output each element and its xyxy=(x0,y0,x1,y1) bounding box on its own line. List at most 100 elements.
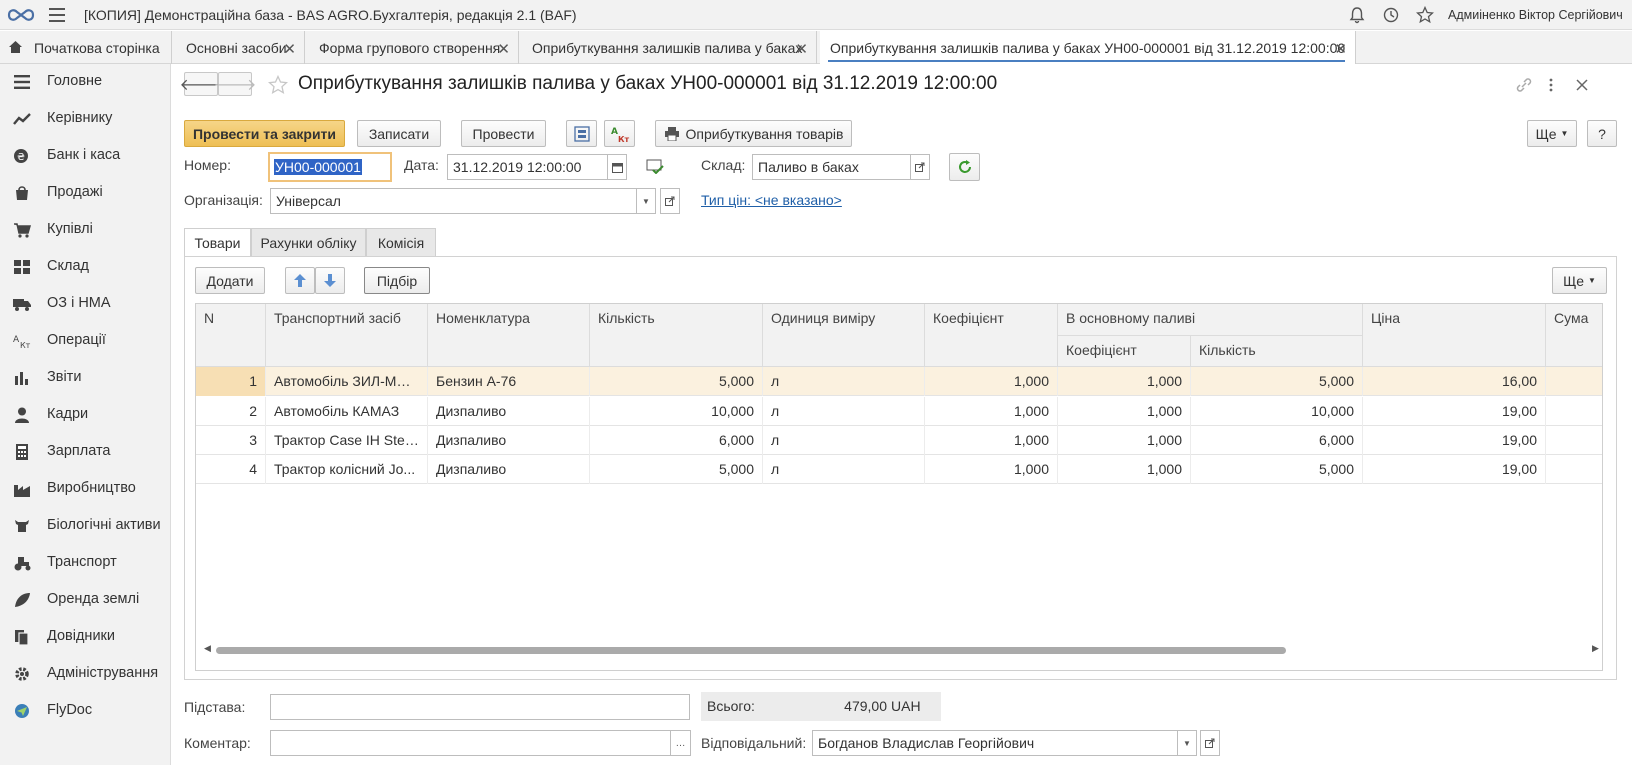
column-header-quantity[interactable]: Кількість xyxy=(590,304,763,367)
add-row-button[interactable]: Додати xyxy=(195,267,265,294)
close-icon[interactable]: ✕ xyxy=(1334,40,1347,58)
sidebar-item-fixed-assets[interactable]: ОЗ і НМА xyxy=(0,286,171,322)
more-vert-icon[interactable] xyxy=(1546,77,1556,93)
column-header-item[interactable]: Номенклатура xyxy=(428,304,590,367)
sidebar-item-hr[interactable]: Кадри xyxy=(0,397,171,433)
calendar-button[interactable] xyxy=(607,154,627,180)
sidebar-item-manager[interactable]: Керівнику xyxy=(0,101,171,137)
arrow-down-icon xyxy=(324,274,336,287)
column-header-n[interactable]: N xyxy=(196,304,266,367)
structure-button[interactable] xyxy=(566,120,597,147)
sidebar-item-warehouse[interactable]: Склад xyxy=(0,249,171,285)
close-icon[interactable]: ✕ xyxy=(795,40,808,58)
sidebar-item-land-lease[interactable]: Оренда землі xyxy=(0,582,171,618)
favorite-star-icon[interactable] xyxy=(268,75,288,95)
books-icon xyxy=(15,630,29,645)
cell-unit: л xyxy=(763,367,925,396)
column-header-base-fuel[interactable]: В основному паливі xyxy=(1058,304,1363,336)
price-type-link[interactable]: Тип цін: <не вказано> xyxy=(701,192,842,208)
column-header-sum[interactable]: Сума xyxy=(1546,304,1602,367)
date-check-icon[interactable] xyxy=(646,158,664,174)
tab-accounts[interactable]: Рахунки обліку xyxy=(251,228,366,257)
more-actions-button[interactable]: Ще ▼ xyxy=(1527,120,1577,147)
link-icon[interactable] xyxy=(1515,77,1533,93)
responsible-field[interactable]: Богданов Владислав Георгійович xyxy=(812,730,1178,756)
sidebar-item-sales[interactable]: Продажі xyxy=(0,175,171,211)
scroll-left-icon[interactable]: ◀ xyxy=(204,643,211,654)
column-header-base-coefficient[interactable]: Коефіцієнт xyxy=(1058,336,1191,367)
horizontal-scrollbar[interactable] xyxy=(216,647,1286,654)
sidebar-item-admin[interactable]: Адміністрування xyxy=(0,656,171,692)
basis-field[interactable] xyxy=(270,694,690,720)
tab-label: Оприбуткування залишків палива у баках xyxy=(532,39,803,56)
pick-button[interactable]: Підбір xyxy=(364,267,430,294)
tab-fixed-assets[interactable]: Основні засоби ✕ xyxy=(176,31,305,64)
table-row[interactable]: 1 Автомобіль ЗИЛ-ММ... Бензин А-76 5,000… xyxy=(196,367,1602,396)
total-box: Всього: 479,00 UAH xyxy=(701,692,941,721)
move-down-button[interactable] xyxy=(315,267,345,294)
table-more-button[interactable]: Ще ▼ xyxy=(1552,267,1607,294)
goods-table[interactable]: N Транспортний засіб Номенклатура Кількі… xyxy=(195,303,1603,671)
tab-home[interactable]: Початкова сторінка xyxy=(0,31,172,64)
journal-entries-button[interactable]: A Кт xyxy=(604,120,635,147)
sidebar-item-main[interactable]: Головне xyxy=(0,64,171,100)
current-user[interactable]: Адмиіненко Віктор Сергійович xyxy=(1448,8,1623,22)
cell-coefficient: 1,000 xyxy=(925,397,1058,426)
table-row[interactable]: 4 Трактор колісний Jo... Дизпаливо 5,000… xyxy=(196,455,1602,484)
column-header-vehicle[interactable]: Транспортний засіб xyxy=(266,304,428,367)
tab-goods[interactable]: Товари xyxy=(184,228,251,257)
column-header-unit[interactable]: Одиниця виміру xyxy=(763,304,925,367)
star-icon[interactable] xyxy=(1416,6,1434,24)
date-field[interactable]: 31.12.2019 12:00:00 xyxy=(447,154,608,180)
history-icon[interactable] xyxy=(1382,6,1400,24)
post-and-close-button[interactable]: Провести та закрити xyxy=(184,120,345,147)
sidebar-item-transport[interactable]: Транспорт xyxy=(0,545,171,581)
comment-field[interactable] xyxy=(270,730,671,756)
print-goods-receipt-button[interactable]: Оприбуткування товарів xyxy=(655,120,852,147)
number-field[interactable]: УН00-000001 xyxy=(268,152,392,182)
write-button[interactable]: Записати xyxy=(357,120,441,147)
responsible-dropdown-button[interactable]: ▼ xyxy=(1177,730,1197,756)
close-icon[interactable] xyxy=(1575,78,1589,92)
sidebar-item-purchases[interactable]: Купівлі xyxy=(0,212,171,248)
close-icon[interactable]: ✕ xyxy=(497,40,510,58)
sidebar-item-reports[interactable]: Звіти xyxy=(0,360,171,396)
sidebar-item-bank[interactable]: ₴ Банк і каса xyxy=(0,138,171,174)
open-responsible-button[interactable] xyxy=(1200,730,1220,756)
help-button[interactable]: ? xyxy=(1587,120,1617,147)
sidebar-item-bio-assets[interactable]: Біологічні активи xyxy=(0,508,171,544)
table-row[interactable]: 2 Автомобіль КАМАЗ Дизпаливо 10,000 л 1,… xyxy=(196,397,1602,426)
operations-icon: AКт xyxy=(13,335,31,349)
tab-group-creation[interactable]: Форма групового створення ✕ xyxy=(309,31,519,64)
tab-label: Початкова сторінка xyxy=(34,39,160,56)
open-organization-button[interactable] xyxy=(660,188,680,214)
main-menu-icon[interactable] xyxy=(49,8,65,22)
tab-commission[interactable]: Комісія xyxy=(366,228,436,257)
column-header-price[interactable]: Ціна xyxy=(1363,304,1546,367)
tab-fuel-list[interactable]: Оприбуткування залишків палива у баках ✕ xyxy=(522,31,817,64)
organization-field[interactable]: Універсал xyxy=(270,188,637,214)
warehouse-field[interactable]: Паливо в баках xyxy=(752,154,911,180)
tab-fuel-document[interactable]: Оприбуткування залишків палива у баках У… xyxy=(820,31,1356,64)
cell-vehicle: Автомобіль ЗИЛ-ММ... xyxy=(266,367,428,396)
move-up-button[interactable] xyxy=(285,267,315,294)
app-logo-icon[interactable] xyxy=(6,6,36,24)
post-button[interactable]: Провести xyxy=(461,120,546,147)
comment-expand-button[interactable]: … xyxy=(670,730,691,756)
sidebar-item-references[interactable]: Довідники xyxy=(0,619,171,655)
close-icon[interactable]: ✕ xyxy=(283,40,296,58)
sidebar-item-salary[interactable]: Зарплата xyxy=(0,434,171,470)
sidebar-item-production[interactable]: Виробництво xyxy=(0,471,171,507)
scroll-right-icon[interactable]: ▶ xyxy=(1592,643,1599,654)
organization-dropdown-button[interactable]: ▼ xyxy=(636,188,656,214)
forward-button[interactable]: 🡒 xyxy=(214,72,256,96)
column-header-base-quantity[interactable]: Кількість xyxy=(1191,336,1363,367)
column-header-coefficient[interactable]: Коефіцієнт xyxy=(925,304,1058,367)
sidebar-item-operations[interactable]: A Кт Операції xyxy=(0,323,171,359)
cell-unit: л xyxy=(763,397,925,426)
sidebar-item-flydoc[interactable]: FlyDoc xyxy=(0,693,171,729)
open-warehouse-button[interactable] xyxy=(910,154,930,180)
bell-icon[interactable] xyxy=(1348,6,1366,24)
refresh-button[interactable] xyxy=(949,153,980,181)
table-row[interactable]: 3 Трактор Case IH Stei... Дизпаливо 6,00… xyxy=(196,426,1602,455)
